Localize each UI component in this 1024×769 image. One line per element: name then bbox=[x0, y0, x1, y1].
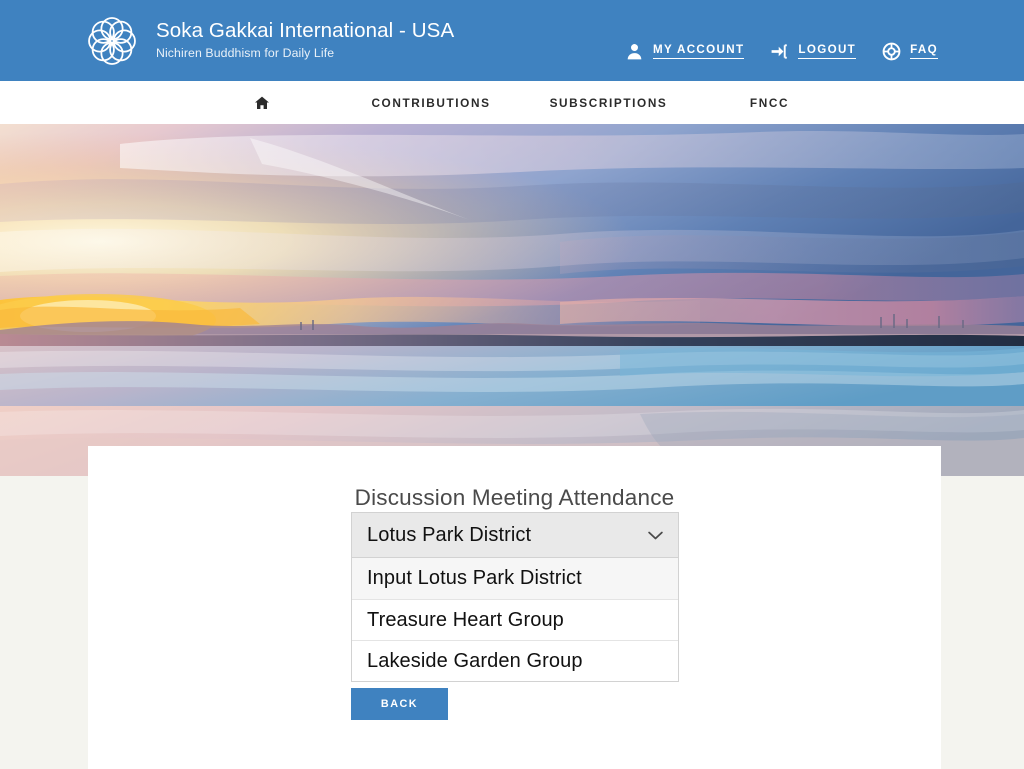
faq-link[interactable]: FAQ bbox=[882, 42, 938, 61]
nav-item-home[interactable] bbox=[182, 95, 342, 111]
hero-sunset-image bbox=[0, 124, 1024, 476]
my-account-link[interactable]: MY ACCOUNT bbox=[625, 42, 744, 61]
rosette-mandala-logo-icon bbox=[84, 13, 140, 69]
nav-item-subscriptions[interactable]: SUBSCRIPTIONS bbox=[520, 96, 697, 110]
nav-item-fncc[interactable]: FNCC bbox=[697, 96, 842, 110]
faq-label: FAQ bbox=[910, 44, 938, 59]
district-select-value: Lotus Park District bbox=[367, 524, 647, 547]
brand-tagline: Nichiren Buddhism for Daily Life bbox=[156, 45, 454, 63]
district-option[interactable]: Treasure Heart Group bbox=[352, 599, 678, 640]
site-header: Soka Gakkai International - USA Nichiren… bbox=[0, 0, 1024, 81]
my-account-label: MY ACCOUNT bbox=[653, 44, 744, 59]
home-icon bbox=[254, 95, 270, 111]
nav-item-contributions[interactable]: CONTRIBUTIONS bbox=[342, 96, 520, 110]
district-select-trigger[interactable]: Lotus Park District bbox=[351, 512, 679, 558]
header-links: MY ACCOUNT LOGOUT FAQ bbox=[625, 42, 938, 61]
chevron-down-icon bbox=[647, 530, 664, 541]
district-option[interactable]: Input Lotus Park District bbox=[352, 558, 678, 599]
brand-title: Soka Gakkai International - USA bbox=[156, 18, 454, 44]
content-card: Discussion Meeting Attendance Lotus Park… bbox=[88, 446, 941, 769]
page-body: Discussion Meeting Attendance Lotus Park… bbox=[0, 476, 1024, 769]
logout-label: LOGOUT bbox=[798, 44, 856, 59]
district-option[interactable]: Lakeside Garden Group bbox=[352, 640, 678, 681]
main-navigation: CONTRIBUTIONS SUBSCRIPTIONS FNCC bbox=[0, 81, 1024, 124]
district-select-options: Input Lotus Park District Treasure Heart… bbox=[351, 558, 679, 682]
back-button[interactable]: BACK bbox=[351, 688, 448, 720]
logout-icon bbox=[770, 42, 789, 61]
logout-link[interactable]: LOGOUT bbox=[770, 42, 856, 61]
brand[interactable]: Soka Gakkai International - USA Nichiren… bbox=[84, 13, 454, 69]
brand-text: Soka Gakkai International - USA Nichiren… bbox=[156, 18, 454, 63]
page-title: Discussion Meeting Attendance bbox=[88, 446, 941, 511]
district-select: Lotus Park District Input Lotus Park Dis… bbox=[351, 512, 679, 682]
lifebuoy-icon bbox=[882, 42, 901, 61]
user-icon bbox=[625, 42, 644, 61]
hero-banner bbox=[0, 124, 1024, 476]
nav-items: CONTRIBUTIONS SUBSCRIPTIONS FNCC bbox=[182, 95, 842, 111]
